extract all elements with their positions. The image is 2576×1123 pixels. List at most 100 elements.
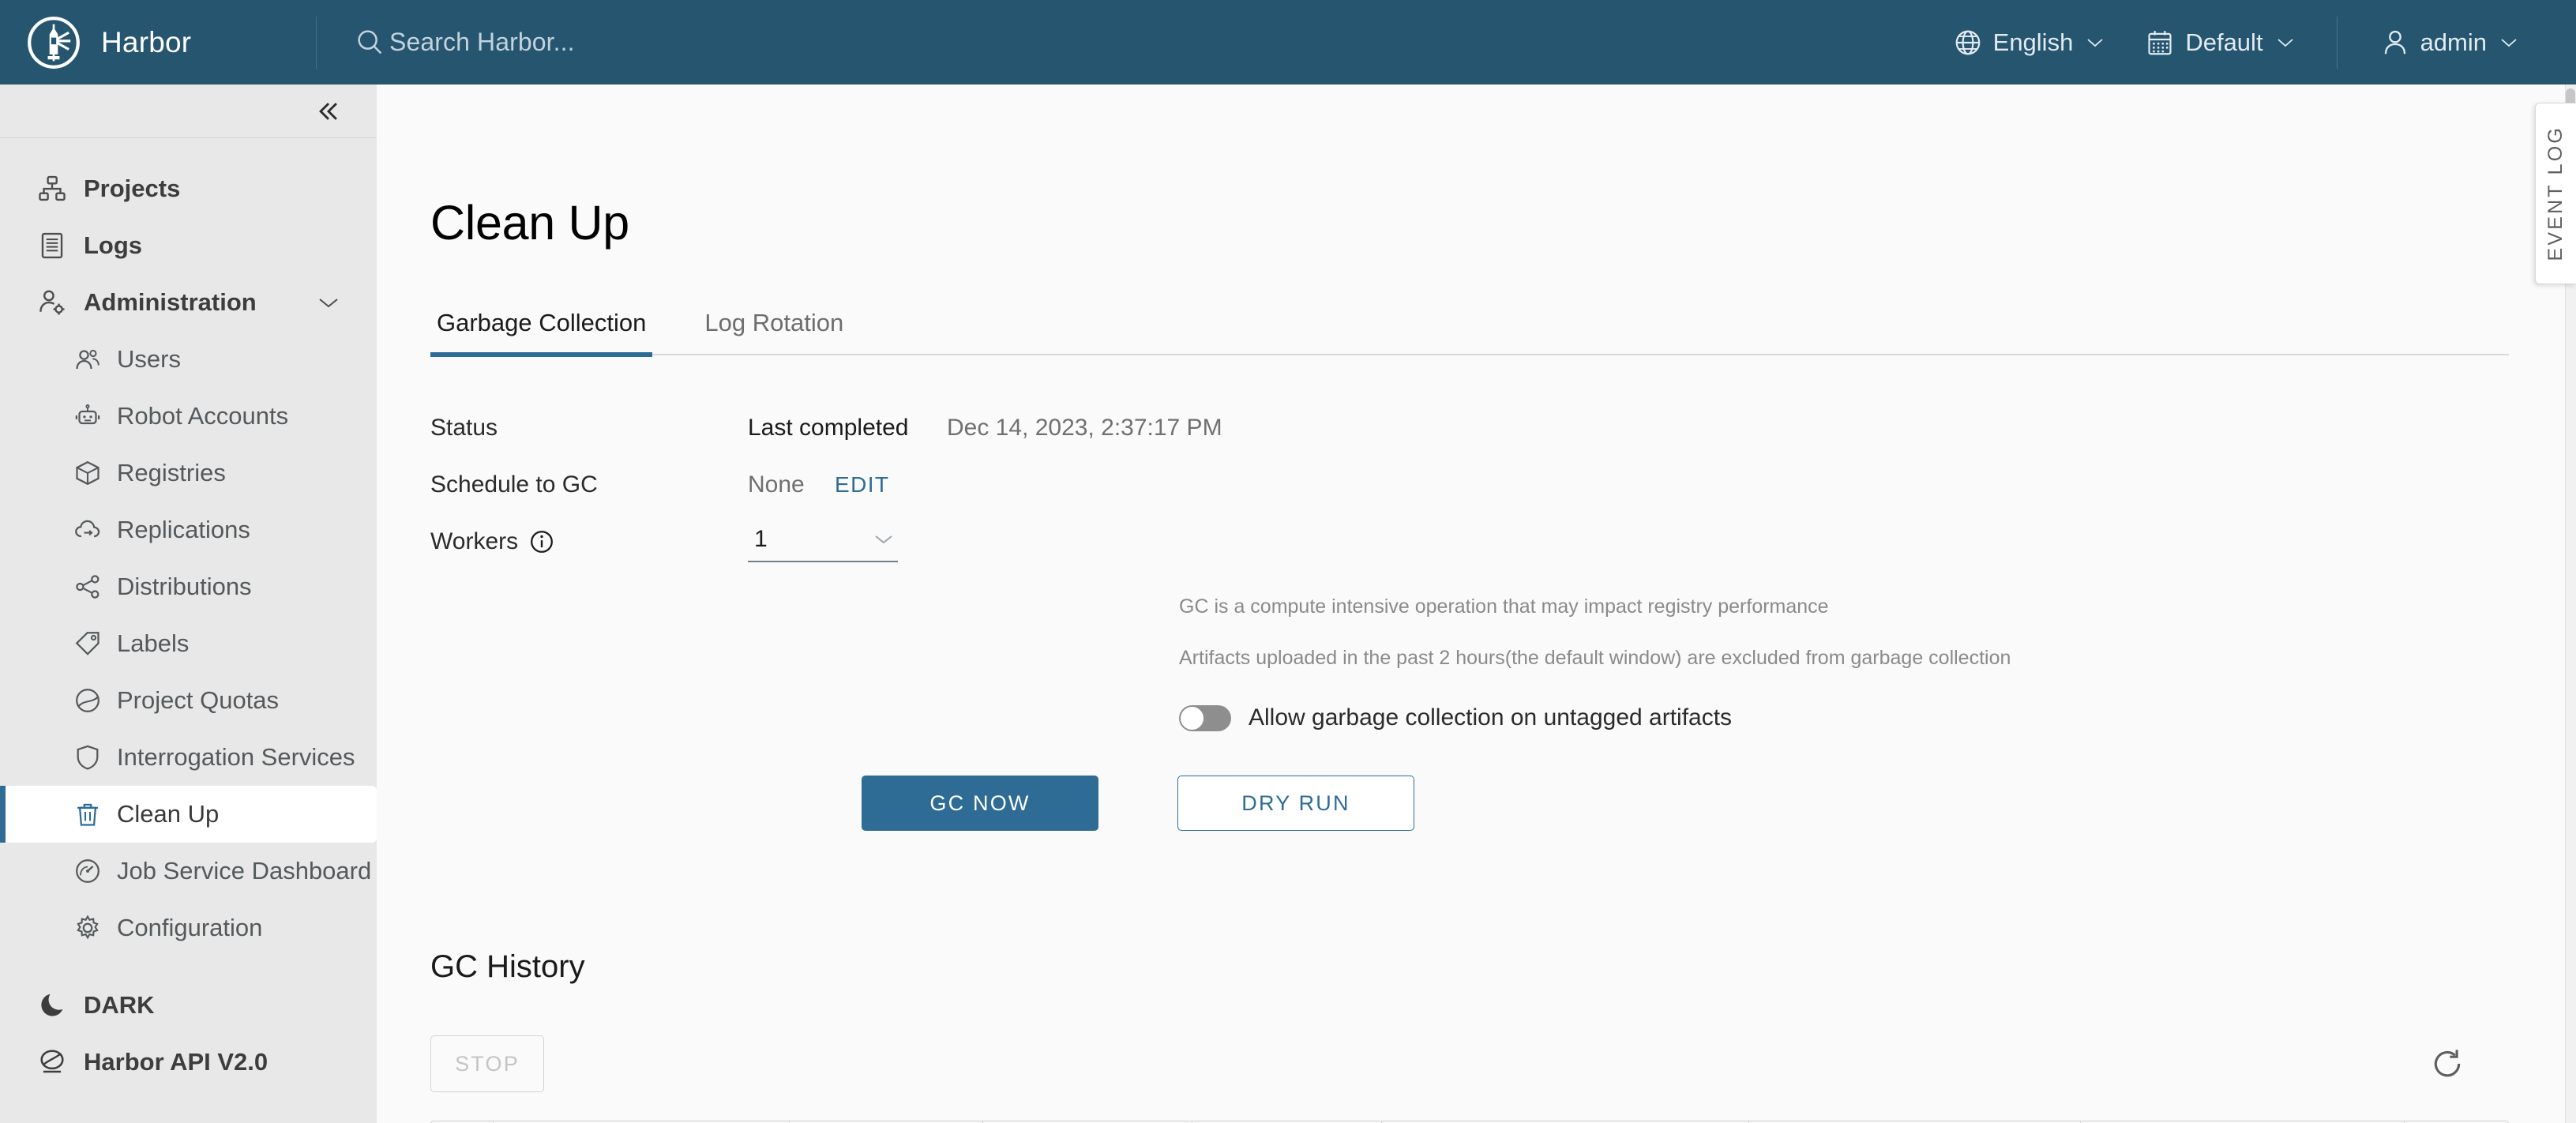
status-value: Last completed — [748, 415, 947, 441]
untagged-artifacts-label: Allow garbage collection on untagged art… — [1249, 704, 1732, 731]
workers-selected-value: 1 — [754, 526, 768, 553]
sidebar-collapse-button[interactable] — [0, 85, 377, 138]
gc-helper-text-1: GC is a compute intensive operation that… — [1179, 595, 2576, 618]
event-log-tab[interactable]: EVENT LOG — [2535, 103, 2576, 284]
refresh-icon[interactable] — [2430, 1046, 2465, 1081]
moon-icon — [37, 990, 67, 1020]
sidebar-item-label: Distributions — [117, 573, 252, 601]
language-selector[interactable]: English — [1932, 0, 2125, 85]
toggle-knob — [1180, 706, 1204, 731]
projects-icon — [37, 174, 67, 204]
sidebar-item-label: Harbor API V2.0 — [84, 1048, 268, 1076]
project-scope-selector[interactable]: Default — [2124, 0, 2314, 85]
event-log-label: EVENT LOG — [2544, 126, 2567, 261]
sidebar-item-label: Clean Up — [117, 800, 219, 828]
sidebar-item-users[interactable]: Users — [0, 331, 377, 388]
untagged-artifacts-toggle[interactable] — [1179, 705, 1231, 731]
untagged-artifacts-row: Allow garbage collection on untagged art… — [1179, 704, 2576, 731]
user-menu[interactable]: admin — [2360, 0, 2538, 85]
sidebar-item-label: Job Service Dashboard — [117, 857, 371, 885]
cube-icon — [73, 459, 102, 487]
share-icon — [73, 573, 102, 601]
api-icon — [37, 1047, 67, 1077]
header-actions: English Default — [1932, 0, 2576, 85]
info-icon[interactable] — [529, 529, 554, 554]
sidebar-item-projects[interactable]: Projects — [0, 160, 377, 217]
gauge-icon — [73, 857, 102, 885]
tab-log-rotation[interactable]: Log Rotation — [698, 309, 850, 357]
sidebar-item-interrogation-services[interactable]: Interrogation Services — [0, 729, 377, 786]
workers-label: Workers — [430, 528, 748, 555]
status-label: Status — [430, 415, 748, 441]
sidebar-nav: Projects Logs Administ — [0, 138, 377, 1091]
users-icon — [73, 345, 102, 374]
sidebar-item-logs[interactable]: Logs — [0, 217, 377, 274]
gc-history-toolbar: STOP — [430, 1035, 2509, 1092]
cloud-sync-icon — [73, 516, 102, 544]
sidebar-item-label: Administration — [84, 288, 257, 317]
chevron-down-icon — [2277, 37, 2294, 47]
dry-run-button[interactable]: DRY RUN — [1177, 776, 1414, 831]
gc-now-button[interactable]: GC NOW — [862, 776, 1098, 831]
robot-icon — [73, 402, 102, 430]
sidebar-item-project-quotas[interactable]: Project Quotas — [0, 672, 377, 729]
sidebar-item-harbor-api[interactable]: Harbor API V2.0 — [0, 1034, 377, 1091]
schedule-value: None — [748, 471, 835, 498]
sidebar-item-label: Logs — [84, 231, 142, 260]
workers-label-text: Workers — [430, 528, 518, 555]
administration-icon — [37, 287, 67, 317]
sidebar-item-label: Users — [117, 345, 181, 374]
tab-bar: Garbage Collection Log Rotation — [430, 309, 2509, 355]
sidebar-item-label: Robot Accounts — [117, 402, 288, 430]
schedule-row: Schedule to GC None EDIT — [430, 456, 2576, 513]
status-timestamp: Dec 14, 2023, 2:37:17 PM — [947, 415, 1222, 441]
gc-action-buttons: GC NOW DRY RUN — [862, 776, 2576, 831]
workers-select[interactable]: 1 — [748, 524, 898, 562]
brand-home-link[interactable]: Harbor — [0, 0, 316, 85]
main-content: Clean Up Garbage Collection Log Rotation… — [377, 85, 2576, 1123]
sidebar-spacer — [0, 956, 377, 977]
sidebar-item-job-service-dashboard[interactable]: Job Service Dashboard — [0, 843, 377, 900]
pie-chart-icon — [73, 686, 102, 715]
top-header: Harbor Search Harbor... English — [0, 0, 2576, 85]
header-actions-divider — [2337, 17, 2338, 69]
header-divider — [316, 17, 317, 69]
chevron-down-icon — [2500, 37, 2518, 47]
project-scope-label: Default — [2185, 28, 2262, 57]
sidebar-item-distributions[interactable]: Distributions — [0, 558, 377, 615]
gear-icon — [73, 914, 102, 942]
sidebar-item-registries[interactable]: Registries — [0, 445, 377, 501]
page-title: Clean Up — [430, 195, 2576, 250]
chevron-down-icon — [2086, 37, 2104, 47]
chevron-down-icon — [318, 297, 339, 309]
chevron-down-icon — [874, 534, 893, 545]
globe-icon — [1953, 28, 1983, 58]
sidebar-item-labels[interactable]: Labels — [0, 615, 377, 672]
search-icon — [355, 27, 386, 58]
sidebar-item-configuration[interactable]: Configuration — [0, 900, 377, 956]
sidebar-item-replications[interactable]: Replications — [0, 501, 377, 558]
calendar-icon — [2145, 28, 2175, 58]
tab-garbage-collection[interactable]: Garbage Collection — [430, 309, 652, 357]
sidebar-item-robot-accounts[interactable]: Robot Accounts — [0, 388, 377, 445]
tag-icon — [73, 629, 102, 658]
logs-icon — [37, 231, 67, 261]
sidebar-item-label: Registries — [117, 459, 226, 487]
shield-icon — [73, 743, 102, 772]
sidebar-item-administration[interactable]: Administration — [0, 274, 377, 331]
edit-schedule-link[interactable]: EDIT — [835, 472, 889, 498]
sidebar-item-label: Project Quotas — [117, 686, 279, 715]
gc-helper-text-2: Artifacts uploaded in the past 2 hours(t… — [1179, 647, 2576, 670]
sidebar-item-dark-mode[interactable]: DARK — [0, 977, 377, 1034]
search-input[interactable]: Search Harbor... — [355, 0, 575, 85]
sidebar-item-label: Interrogation Services — [117, 743, 355, 772]
sidebar-item-label: Labels — [117, 629, 189, 658]
stop-button[interactable]: STOP — [430, 1035, 544, 1092]
sidebar-item-label: DARK — [84, 991, 155, 1020]
workers-row: Workers 1 — [430, 513, 2576, 570]
sidebar: Projects Logs Administ — [0, 85, 377, 1123]
sidebar-item-clean-up[interactable]: Clean Up — [0, 786, 377, 843]
sidebar-item-label: Projects — [84, 175, 180, 203]
double-chevron-left-icon — [315, 98, 342, 125]
sidebar-item-label: Replications — [117, 516, 250, 544]
